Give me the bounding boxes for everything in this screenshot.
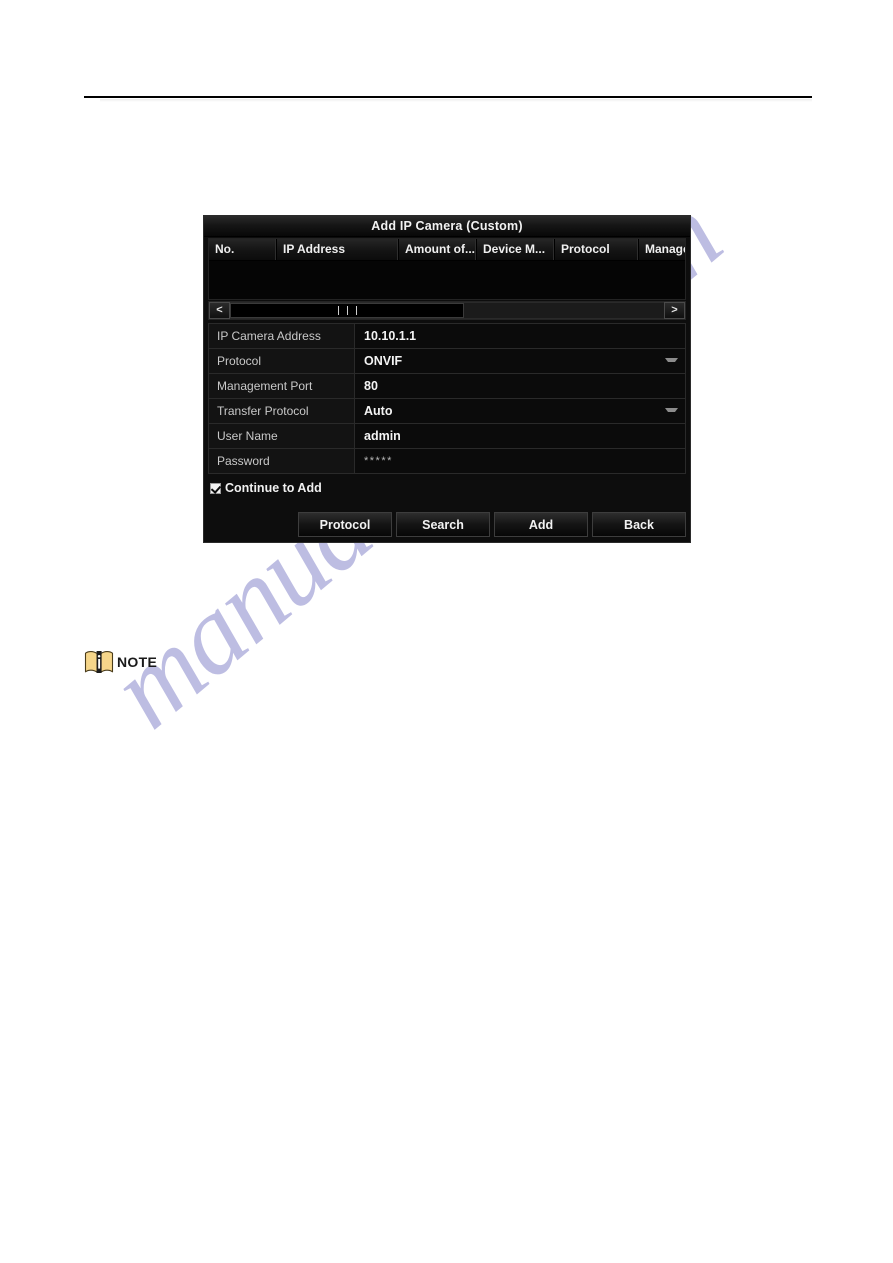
field-label: Transfer Protocol [209,399,355,423]
table-column-header[interactable]: IP Address [277,239,399,260]
field-value: admin [364,429,401,443]
field-label: IP Camera Address [209,324,355,348]
scrollbar-grip-icon [346,306,348,315]
field-value: ***** [364,455,393,467]
field-label: Password [209,449,355,473]
form-row: Password ***** [209,449,685,474]
field-value: Auto [364,404,393,418]
table-column-header[interactable]: No. [209,239,277,260]
dialog-footer: Protocol Search Add Back [204,511,690,537]
table-body [209,261,685,299]
table-column-header[interactable]: Device M... [477,239,555,260]
continue-to-add-checkbox[interactable]: Continue to Add [210,480,690,496]
form-row: Management Port 80 [209,374,685,399]
scrollbar-grip-icon [355,306,357,315]
field-label: User Name [209,424,355,448]
page-header-rule-shadow [100,99,812,102]
field-select[interactable]: Auto [355,399,685,423]
scrollbar-track[interactable] [230,302,664,319]
field-label: Management Port [209,374,355,398]
checkbox-checked-icon[interactable] [210,482,221,494]
page-header-rule [84,96,812,98]
field-input[interactable]: admin [355,424,685,448]
scroll-right-icon[interactable]: > [664,302,685,319]
field-value: ONVIF [364,354,403,368]
continue-to-add-label: Continue to Add [225,481,322,495]
field-input[interactable]: 10.10.1.1 [355,324,685,348]
table-column-header[interactable]: Protocol [555,239,639,260]
table-column-header[interactable]: Amount of... [399,239,477,260]
dialog-title: Add IP Camera (Custom) [204,216,690,237]
field-value: 80 [364,379,378,393]
scroll-left-icon[interactable]: < [209,302,230,319]
table-header-row: No. IP Address Amount of... Device M... Prot… [209,239,685,261]
field-value: 10.10.1.1 [364,329,417,343]
search-button[interactable]: Search [396,511,490,537]
scrollbar-grip-icon [337,306,339,315]
add-button[interactable]: Add [494,511,588,537]
field-input[interactable]: ***** [355,449,685,473]
field-input[interactable]: 80 [355,374,685,398]
horizontal-scrollbar[interactable]: < > [208,301,686,320]
form-row: Transfer Protocol Auto [209,399,685,424]
table-column-header[interactable]: Managem [639,239,685,260]
chevron-down-icon[interactable] [665,358,678,366]
form-row: User Name admin [209,424,685,449]
protocol-button[interactable]: Protocol [298,511,392,537]
form-row: IP Camera Address 10.10.1.1 [209,324,685,349]
note-book-info-icon [84,649,114,675]
camera-list-table: No. IP Address Amount of... Device M... Prot… [208,238,686,300]
note-block: NOTE [84,646,157,678]
form-row: Protocol ONVIF [209,349,685,374]
field-label: Protocol [209,349,355,373]
field-select[interactable]: ONVIF [355,349,685,373]
scrollbar-thumb[interactable] [230,303,465,318]
chevron-down-icon[interactable] [665,408,678,416]
back-button[interactable]: Back [592,511,686,537]
add-ip-camera-dialog: Add IP Camera (Custom) No. IP Address Amou… [203,215,691,543]
camera-settings-form: IP Camera Address 10.10.1.1 Protocol ONVIF M… [208,323,686,474]
note-label: NOTE [117,654,158,670]
